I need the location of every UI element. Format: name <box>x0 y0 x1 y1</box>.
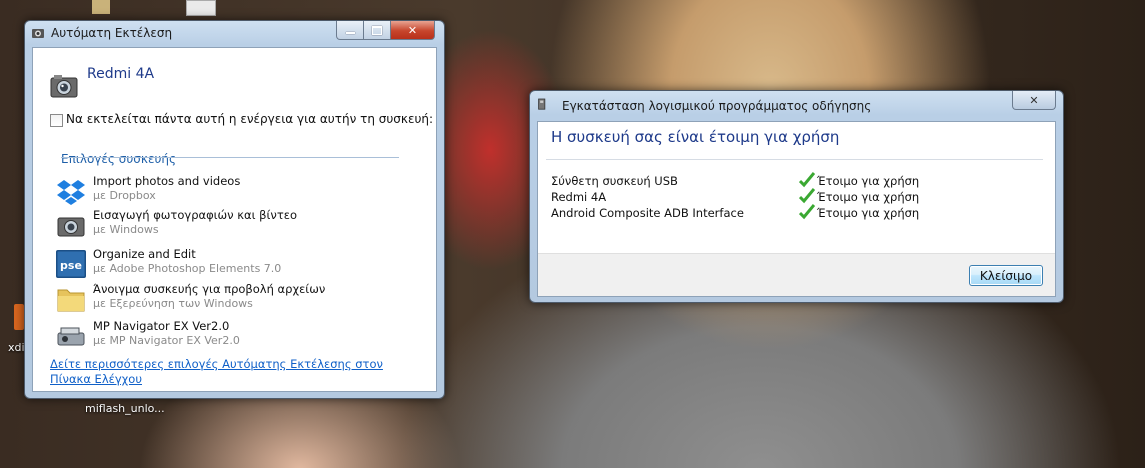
close-dialog-button[interactable]: Κλείσιμο <box>969 265 1043 286</box>
option-title: Organize and Edit <box>93 247 196 261</box>
option-subtitle: με Εξερεύνηση των Windows <box>93 297 253 310</box>
driver-titlebar[interactable]: Εγκατάσταση λογισμικού προγράμματος οδήγ… <box>530 91 1063 115</box>
section-divider <box>61 157 399 158</box>
option-import-dropbox[interactable]: Import photos and videos με Dropbox <box>56 174 426 208</box>
device-status: Έτοιμο για χρήση <box>817 190 920 204</box>
maximize-icon <box>372 25 382 35</box>
dialog-footer: Κλείσιμο <box>538 253 1055 296</box>
control-panel-link[interactable]: Δείτε περισσότερες επιλογές Αυτόματης Εκ… <box>50 357 410 387</box>
close-button[interactable]: ✕ <box>1012 91 1056 110</box>
autoplay-titlebar[interactable]: Αυτόματη Εκτέλεση ✕ <box>25 21 444 45</box>
device-icon <box>538 98 546 110</box>
driver-title: Εγκατάσταση λογισμικού προγράμματος οδήγ… <box>562 99 872 113</box>
minimize-icon <box>345 32 355 34</box>
camera-icon <box>32 29 44 38</box>
device-options-heading: Επιλογές συσκευής <box>61 152 177 166</box>
ready-heading: Η συσκευή σας είναι έτοιμη για χρήση <box>551 128 840 146</box>
checkmark-icon <box>799 172 815 188</box>
option-subtitle: με Adobe Photoshop Elements 7.0 <box>93 262 282 275</box>
checkmark-icon <box>799 204 815 220</box>
heading-divider <box>546 159 1043 160</box>
option-open-folder[interactable]: Άνοιγμα συσκευής για προβολή αρχείων με … <box>56 282 426 316</box>
autoplay-content: Redmi 4A Να εκτελείται πάντα αυτή η ενέρ… <box>32 47 437 392</box>
autoplay-title: Αυτόματη Εκτέλεση <box>51 26 173 40</box>
desktop-label-miflash[interactable]: miflash_unlo... <box>85 402 165 415</box>
device-row: Σύνθετη συσκευή USB Έτοιμο για χρήση <box>551 172 1041 190</box>
desktop-label-xdi[interactable]: xdi <box>8 341 25 354</box>
option-organize-edit[interactable]: pse Organize and Edit με Adobe Photoshop… <box>56 247 426 281</box>
option-subtitle: με Dropbox <box>93 189 156 202</box>
close-button[interactable]: ✕ <box>390 21 435 40</box>
option-title: Εισαγωγή φωτογραφιών και βίντεο <box>93 208 297 222</box>
desktop-document-icon[interactable] <box>186 0 216 16</box>
close-icon: ✕ <box>1029 93 1039 107</box>
svg-text:pse: pse <box>60 259 82 272</box>
autoplay-window[interactable]: Αυτόματη Εκτέλεση ✕ Redmi 4A Να εκτελείτ… <box>24 20 445 399</box>
device-camera-icon <box>50 75 78 98</box>
always-do-label[interactable]: Να εκτελείται πάντα αυτή η ενέργεια για … <box>66 112 433 126</box>
device-name: Redmi 4A <box>87 66 155 82</box>
option-title: MP Navigator EX Ver2.0 <box>93 319 230 333</box>
checkmark-icon <box>799 188 815 204</box>
device-status: Έτοιμο για χρήση <box>817 174 920 188</box>
scanner-icon <box>57 327 85 346</box>
option-subtitle: με Windows <box>93 223 159 236</box>
driver-install-window[interactable]: Εγκατάσταση λογισμικού προγράμματος οδήγ… <box>529 90 1064 303</box>
always-do-checkbox[interactable] <box>50 114 63 127</box>
option-title: Import photos and videos <box>93 174 241 188</box>
option-import-windows[interactable]: Εισαγωγή φωτογραφιών και βίντεο με Windo… <box>56 208 426 242</box>
maximize-button[interactable] <box>363 21 391 40</box>
pse-icon: pse <box>56 250 86 278</box>
device-name: Redmi 4A <box>551 190 607 204</box>
close-icon: ✕ <box>407 23 418 37</box>
option-subtitle: με MP Navigator EX Ver2.0 <box>93 334 240 347</box>
device-name: Android Composite ADB Interface <box>551 206 744 220</box>
option-title: Άνοιγμα συσκευής για προβολή αρχείων <box>93 282 326 296</box>
minimize-button[interactable] <box>336 21 364 40</box>
device-row: Android Composite ADB Interface Έτοιμο γ… <box>551 204 1041 222</box>
folder-icon <box>57 289 85 312</box>
device-status: Έτοιμο για χρήση <box>817 206 920 220</box>
camera-icon <box>57 217 85 237</box>
driver-content: Η συσκευή σας είναι έτοιμη για χρήση Σύν… <box>537 121 1056 297</box>
dropbox-icon <box>57 180 85 205</box>
option-mp-navigator[interactable]: MP Navigator EX Ver2.0 με MP Navigator E… <box>56 319 426 353</box>
device-name: Σύνθετη συσκευή USB <box>551 174 678 188</box>
desktop-file-icon[interactable] <box>92 0 110 14</box>
desktop-app-icon[interactable] <box>14 304 24 330</box>
device-row: Redmi 4A Έτοιμο για χρήση <box>551 188 1041 206</box>
